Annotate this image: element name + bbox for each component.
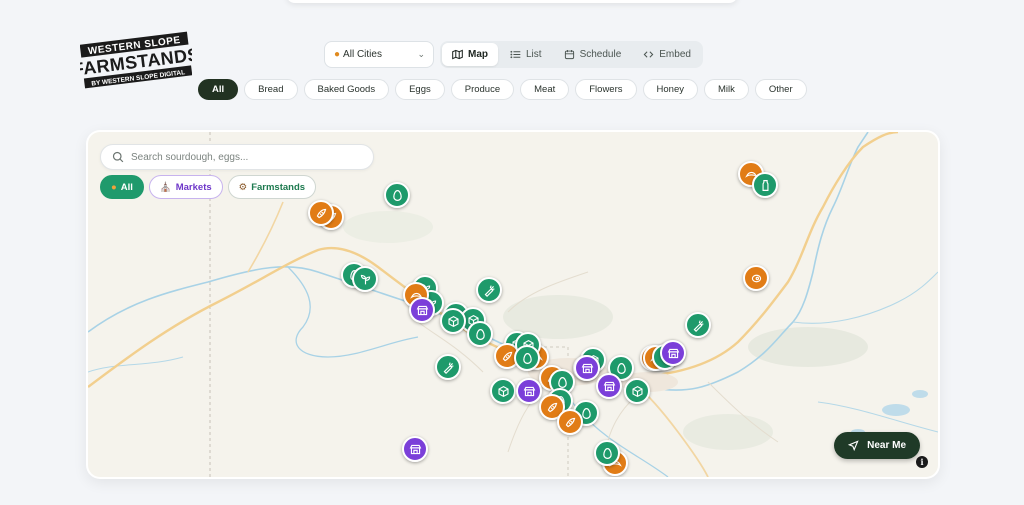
tab-list-label: List — [526, 49, 542, 60]
market-marker[interactable] — [409, 297, 435, 323]
tab-map-label: Map — [468, 49, 488, 60]
bakery-marker[interactable] — [557, 409, 583, 435]
milk-icon — [761, 179, 769, 191]
tractor-icon: ⚙ — [238, 181, 248, 193]
produce-marker[interactable] — [435, 354, 461, 380]
bread-icon — [502, 351, 512, 361]
meat-icon — [751, 274, 761, 282]
egg-icon — [616, 362, 626, 374]
bakery-marker[interactable] — [308, 200, 334, 226]
bread-icon — [547, 402, 557, 412]
market-marker[interactable] — [402, 436, 428, 462]
egg-icon — [475, 328, 485, 340]
egg-icon — [602, 447, 612, 459]
farmstand-marker[interactable] — [490, 378, 516, 404]
calendar-icon — [564, 50, 574, 60]
carrot-icon — [484, 284, 495, 297]
brand-logo[interactable]: WESTERN SLOPE FARMSTANDS BY WESTERN SLOP… — [72, 30, 201, 90]
chip-bread[interactable]: Bread — [244, 79, 298, 100]
tab-schedule[interactable]: Schedule — [554, 43, 632, 66]
box-icon — [447, 315, 459, 327]
filter-farmstands-button[interactable]: ⚙ Farmstands — [227, 175, 317, 199]
view-tabs: Map List Schedule Embed — [440, 41, 703, 68]
produce-marker[interactable] — [476, 277, 502, 303]
storefront-icon — [416, 305, 428, 315]
tab-map[interactable]: Map — [442, 43, 498, 66]
chevron-down-icon: ⌄ — [417, 49, 425, 59]
farmstand-marker[interactable] — [624, 378, 650, 404]
city-select-value: All Cities — [343, 49, 382, 60]
market-marker[interactable] — [516, 378, 542, 404]
bread-icon — [316, 208, 326, 218]
storefront-icon — [581, 363, 593, 373]
farmstand-marker[interactable] — [440, 308, 466, 334]
egg-icon — [522, 352, 532, 364]
map-canvas[interactable]: Search sourdough, eggs... ● All ⛪ Market… — [88, 132, 938, 477]
info-icon[interactable]: i — [916, 456, 928, 468]
box-icon — [631, 385, 643, 397]
map-filter-buttons: ● All ⛪ Markets ⚙ Farmstands — [100, 175, 317, 199]
near-me-label: Near Me — [867, 440, 906, 451]
carrot-icon — [693, 319, 704, 332]
chip-honey[interactable]: Honey — [642, 79, 698, 100]
market-marker[interactable] — [574, 355, 600, 381]
list-icon — [510, 50, 521, 59]
filter-farmstands-label: Farmstands — [251, 181, 306, 193]
egg-marker[interactable] — [514, 345, 540, 371]
map-icon — [452, 49, 463, 60]
near-me-button[interactable]: Near Me — [834, 432, 920, 459]
produce-marker[interactable] — [685, 312, 711, 338]
carrot-icon — [443, 361, 454, 374]
tab-list[interactable]: List — [500, 43, 552, 66]
top-panel-edge — [286, 0, 738, 3]
top-controls: ● All Cities ⌄ Map List Schedule Embed — [324, 41, 703, 68]
pin-icon: ● — [111, 181, 117, 193]
chip-produce[interactable]: Produce — [450, 79, 515, 100]
egg-icon — [392, 189, 402, 201]
city-select[interactable]: ● All Cities ⌄ — [324, 41, 434, 68]
chip-milk[interactable]: Milk — [703, 79, 749, 100]
search-icon — [112, 151, 124, 163]
code-icon — [643, 51, 654, 58]
storefront-icon — [667, 348, 679, 358]
pin-icon: ● — [334, 49, 341, 60]
chip-other[interactable]: Other — [754, 79, 807, 100]
navigation-icon — [848, 440, 859, 451]
filter-markets-button[interactable]: ⛪ Markets — [148, 175, 223, 199]
egg-marker[interactable] — [467, 321, 493, 347]
market-marker[interactable] — [596, 373, 622, 399]
market-marker[interactable] — [660, 340, 686, 366]
map-card: Search sourdough, eggs... ● All ⛪ Market… — [86, 130, 940, 479]
storefront-icon — [603, 381, 615, 391]
farmstand-marker[interactable] — [352, 266, 378, 292]
chip-baked-goods[interactable]: Baked Goods — [303, 79, 390, 100]
search-placeholder: Search sourdough, eggs... — [131, 151, 249, 163]
chip-all[interactable]: All — [198, 79, 239, 100]
chip-meat[interactable]: Meat — [520, 79, 570, 100]
chip-eggs[interactable]: Eggs — [395, 79, 445, 100]
box-icon — [497, 385, 509, 397]
egg-marker[interactable] — [594, 440, 620, 466]
filter-all-label: All — [120, 181, 133, 193]
tab-embed-label: Embed — [659, 49, 691, 60]
storefront-icon — [523, 386, 535, 396]
bread-icon — [565, 417, 575, 427]
search-input[interactable]: Search sourdough, eggs... — [100, 144, 374, 170]
meat-marker[interactable] — [743, 265, 769, 291]
tab-schedule-label: Schedule — [579, 49, 622, 60]
egg-marker[interactable] — [384, 182, 410, 208]
storefront-icon — [409, 444, 421, 454]
filter-all-button[interactable]: ● All — [100, 175, 144, 199]
milk-marker[interactable] — [752, 172, 778, 198]
filter-markets-label: Markets — [175, 181, 212, 193]
category-chips: All Bread Baked Goods Eggs Produce Meat … — [198, 79, 807, 100]
market-icon: ⛪ — [159, 181, 172, 193]
chip-flowers[interactable]: Flowers — [575, 79, 637, 100]
sprout-icon — [360, 274, 370, 284]
egg-icon — [557, 376, 567, 388]
tab-embed[interactable]: Embed — [633, 43, 701, 66]
